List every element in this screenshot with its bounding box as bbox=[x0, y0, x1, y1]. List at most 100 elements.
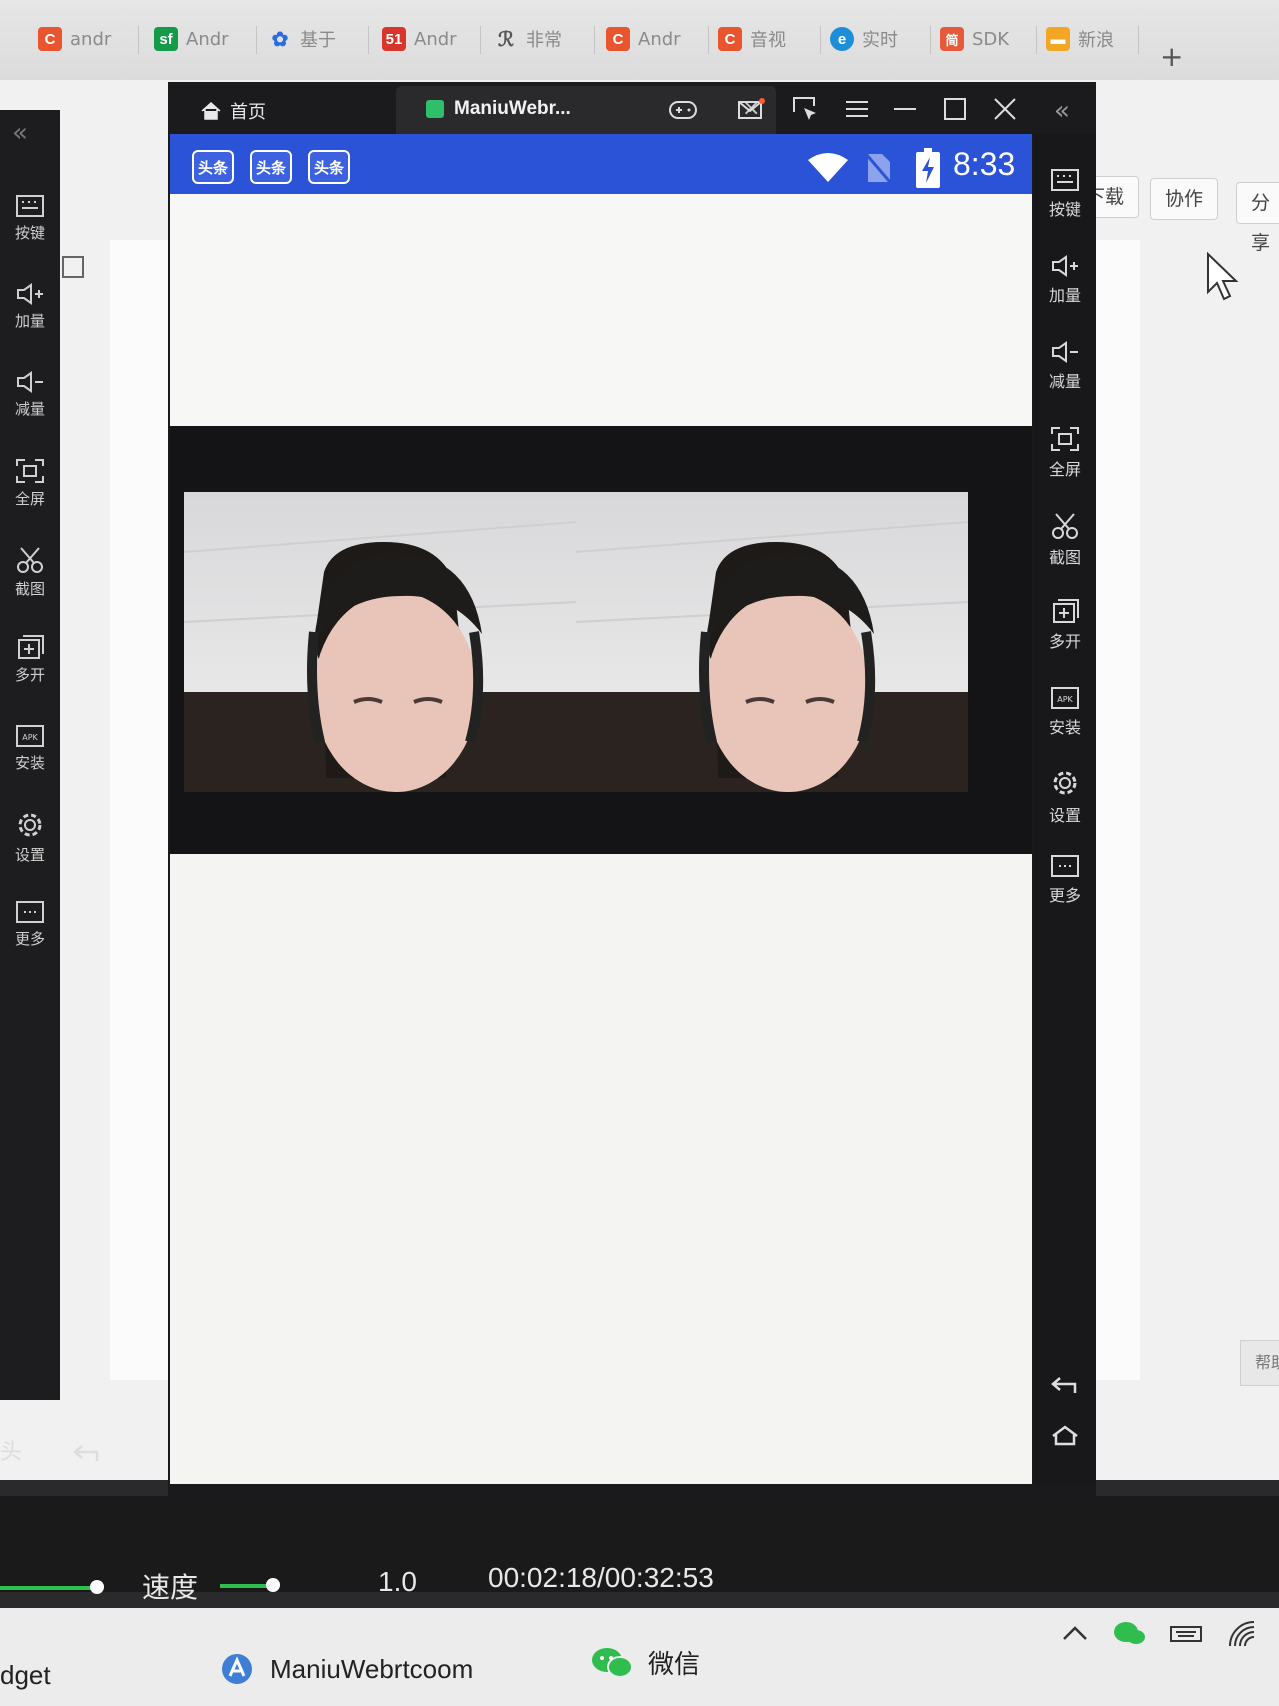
multi-open-icon bbox=[18, 635, 44, 659]
51cto-icon: 51 bbox=[382, 27, 406, 51]
wifi-icon bbox=[808, 153, 848, 182]
emulator-title-bar: 首页 ManiuWebr... × « bbox=[168, 82, 1096, 134]
notification-icon: 头条 bbox=[250, 150, 292, 184]
android-studio-icon bbox=[222, 1654, 252, 1684]
sidebar-item-screenshot[interactable]: 截图 bbox=[1034, 512, 1096, 568]
browser-tab-label: andr bbox=[70, 28, 112, 50]
browser-tab[interactable]: 51 Andr bbox=[382, 22, 470, 56]
app-tab[interactable]: ManiuWebr... × bbox=[396, 86, 776, 134]
menu-button[interactable] bbox=[842, 94, 872, 124]
sidebar-item-install[interactable]: APK 安装 bbox=[1034, 684, 1096, 738]
app-content-bottom bbox=[170, 854, 1032, 1484]
sidebar-item-keys[interactable]: 按键 bbox=[1034, 168, 1096, 220]
keyboard-icon bbox=[1051, 169, 1079, 191]
seek-bar[interactable] bbox=[0, 1586, 96, 1590]
svg-text:APK: APK bbox=[1057, 695, 1073, 704]
browser-tab[interactable]: sf Andr bbox=[154, 22, 246, 56]
taskbar-app-wechat[interactable]: 微信 bbox=[590, 1644, 700, 1681]
browser-tab-label: SDK bbox=[972, 28, 1010, 50]
local-video-view[interactable] bbox=[184, 492, 576, 792]
sidebar-partial-text: 头 bbox=[0, 1440, 23, 1465]
sidebar-item-label: 安装 bbox=[1048, 718, 1081, 737]
folder-icon: ▬ bbox=[1046, 27, 1070, 51]
sidebar-item-fullscreen[interactable]: 全屏 bbox=[1034, 426, 1096, 480]
sidebar-item-keys[interactable]: 按键 bbox=[0, 194, 60, 243]
more-icon bbox=[1051, 855, 1079, 877]
taskbar-app-maniuwebrtc[interactable]: ManiuWebrtcoom bbox=[220, 1652, 473, 1686]
sidebar-item-volume-down[interactable]: 减量 bbox=[0, 370, 60, 419]
chevron-up-icon[interactable] bbox=[1060, 1623, 1090, 1643]
emulator-right-sidebar: 按键 加量 减量 全屏 截图 多开 APK 安装 设置 更多 bbox=[1034, 134, 1096, 1484]
maximize-icon bbox=[944, 98, 966, 120]
sidebar-item-more[interactable]: 更多 bbox=[0, 900, 60, 949]
sidebar-item-volume-down[interactable]: 减量 bbox=[1034, 340, 1096, 392]
sidebar-item-multi-open[interactable]: 多开 bbox=[0, 634, 60, 685]
playback-timecode: 00:02:18/00:32:53 bbox=[488, 1562, 714, 1593]
browser-tab[interactable]: C Andr bbox=[606, 22, 696, 56]
seek-handle[interactable] bbox=[90, 1580, 104, 1594]
apk-icon: APK bbox=[16, 725, 44, 747]
browser-tab-label: 音视 bbox=[750, 30, 786, 51]
sidebar-item-volume-up[interactable]: 加量 bbox=[1034, 254, 1096, 306]
sidebar-item-label: 多开 bbox=[14, 666, 45, 684]
browser-tab[interactable]: ℛ 非常 bbox=[494, 22, 584, 56]
home-tab-label: 首页 bbox=[230, 102, 266, 123]
home-icon[interactable] bbox=[1050, 1424, 1080, 1446]
app-tab-label: ManiuWebr... bbox=[454, 98, 571, 119]
jianshu-icon: 简 bbox=[940, 27, 964, 51]
sidebar-item-settings[interactable]: 设置 bbox=[1034, 768, 1096, 826]
sidebar-item-volume-up[interactable]: 加量 bbox=[0, 282, 60, 331]
browser-tab[interactable]: C 音视 bbox=[718, 22, 810, 56]
speed-handle[interactable] bbox=[266, 1578, 280, 1592]
sidebar-item-settings[interactable]: 设置 bbox=[0, 810, 60, 865]
wechat-tray-icon[interactable] bbox=[1112, 1620, 1146, 1646]
sidebar-item-screenshot[interactable]: 截图 bbox=[0, 546, 60, 599]
battery-charging-icon bbox=[916, 148, 940, 188]
sidebar-item-label: 全屏 bbox=[1048, 460, 1081, 479]
browser-tab-label: Andr bbox=[186, 28, 229, 50]
sidebar-item-fullscreen[interactable]: 全屏 bbox=[0, 458, 60, 509]
camera-feed-image bbox=[184, 492, 576, 792]
android-screen[interactable]: 头条 头条 头条 8:33 bbox=[170, 134, 1032, 1484]
browser-tab[interactable]: ✿ 基于 bbox=[268, 22, 356, 56]
maximize-button[interactable] bbox=[940, 94, 970, 124]
keyboard-tray-icon[interactable] bbox=[1168, 1621, 1204, 1645]
sidebar-item-install[interactable]: APK 安装 bbox=[0, 722, 60, 773]
network-icon[interactable] bbox=[1226, 1618, 1260, 1648]
share-button[interactable]: 分享 bbox=[1236, 182, 1279, 254]
home-tab[interactable]: 首页 bbox=[200, 98, 266, 124]
gamepad-button[interactable] bbox=[668, 94, 698, 124]
app-content-top bbox=[170, 194, 1032, 429]
message-button[interactable] bbox=[736, 94, 766, 124]
sidebar-item-multi-open[interactable]: 多开 bbox=[1034, 598, 1096, 652]
format-icon[interactable] bbox=[62, 256, 84, 278]
browser-tab[interactable]: C andr bbox=[38, 22, 128, 56]
sidebar-item-more[interactable]: 更多 bbox=[1034, 854, 1096, 906]
browser-tab-strip: C andr sf Andr ✿ 基于 51 Andr ℛ 非常 C Andr … bbox=[0, 0, 1279, 81]
sidebar-item-label: 加量 bbox=[14, 312, 45, 330]
home-icon bbox=[201, 101, 221, 120]
wechat-icon bbox=[592, 1647, 633, 1678]
new-tab-button[interactable]: + bbox=[1160, 40, 1183, 73]
sidebar-item-label: 截图 bbox=[14, 580, 45, 598]
browser-tab[interactable]: 简 SDK bbox=[940, 22, 1040, 56]
gear-icon bbox=[18, 813, 42, 837]
remote-video-view[interactable] bbox=[576, 492, 968, 792]
browser-tab[interactable]: ▬ 新浪 bbox=[1046, 22, 1142, 56]
close-button[interactable] bbox=[990, 94, 1020, 124]
screen-select-button[interactable] bbox=[790, 94, 820, 124]
keyboard-icon bbox=[16, 195, 44, 217]
taskbar-partial-item[interactable]: dget bbox=[0, 1660, 51, 1691]
speed-value: 1.0 bbox=[378, 1566, 417, 1597]
status-clock: 8:33 bbox=[953, 146, 1016, 182]
minimize-button[interactable] bbox=[890, 94, 920, 124]
right-sidebar-collapse-button[interactable]: « bbox=[1054, 96, 1070, 126]
sidebar-collapse-button[interactable]: « bbox=[12, 118, 28, 148]
collaborate-button[interactable]: 协作 bbox=[1150, 178, 1219, 220]
browser-tab[interactable]: e 实时 bbox=[830, 22, 926, 56]
back-icon[interactable] bbox=[72, 1442, 102, 1464]
multi-open-icon bbox=[1053, 599, 1079, 623]
back-icon[interactable] bbox=[1050, 1374, 1080, 1396]
mail-icon bbox=[738, 98, 765, 119]
help-button[interactable]: 帮助 bbox=[1240, 1340, 1279, 1386]
